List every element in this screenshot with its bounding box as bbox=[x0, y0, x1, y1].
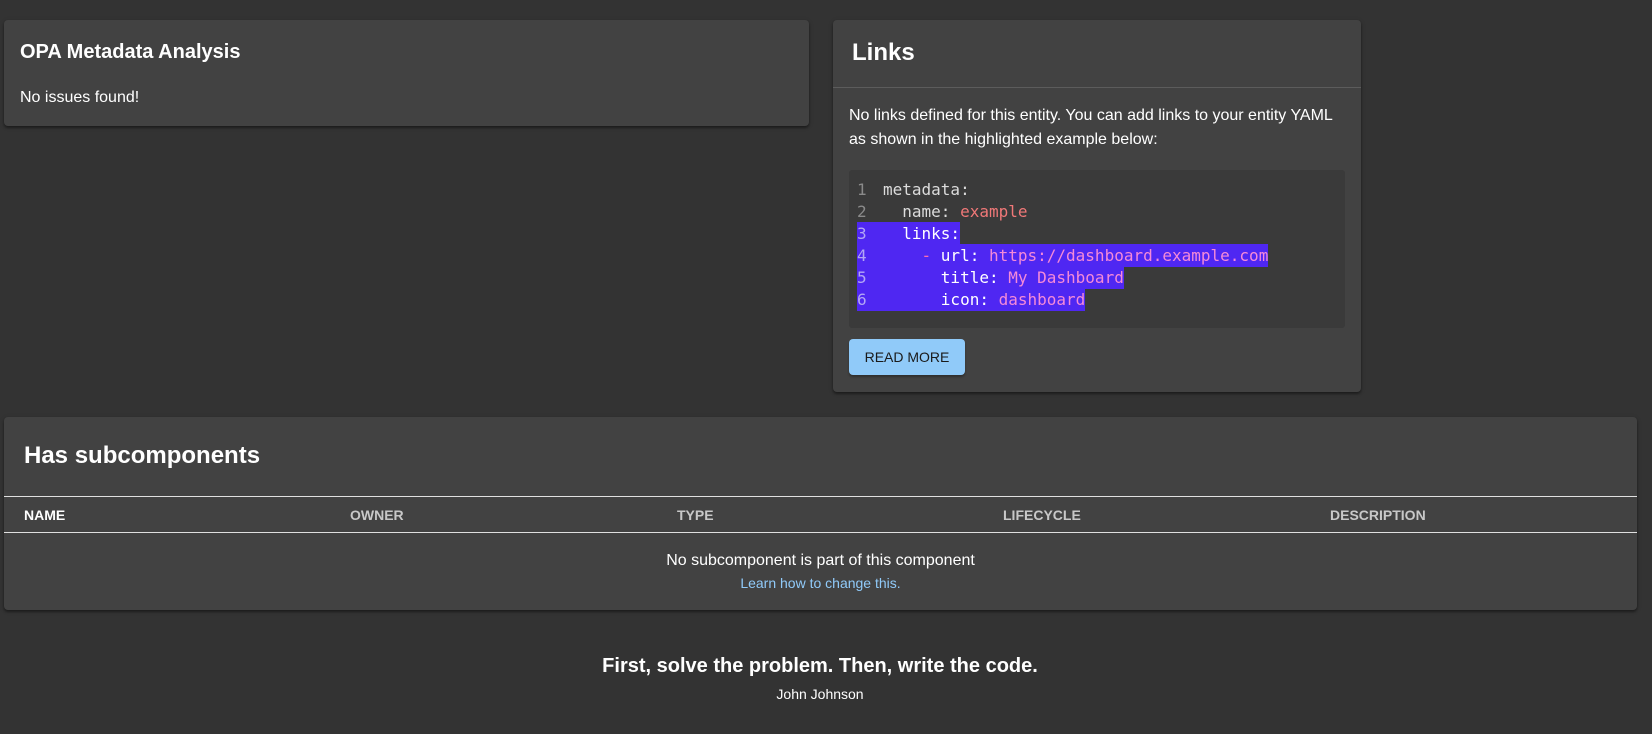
read-more-button[interactable]: READ MORE bbox=[849, 339, 965, 375]
quote-author: John Johnson bbox=[776, 686, 864, 702]
line-number: 2 bbox=[857, 202, 867, 221]
links-description: No links defined for this entity. You ca… bbox=[849, 107, 1333, 148]
code-key: links: bbox=[902, 224, 961, 243]
opa-metadata-card: OPA Metadata Analysis No issues found! bbox=[4, 20, 809, 126]
code-line-highlighted: 4 - url: https://dashboard.example.com bbox=[857, 244, 1269, 267]
column-header-description[interactable]: DESCRIPTION bbox=[1330, 507, 1426, 523]
code-line-highlighted: 5 title: My Dashboard bbox=[857, 266, 1124, 289]
code-value: example bbox=[960, 202, 1028, 221]
quote-text: First, solve the problem. Then, write th… bbox=[602, 655, 1038, 677]
code-value: My Dashboard bbox=[1008, 268, 1124, 287]
opa-card-title: OPA Metadata Analysis bbox=[20, 41, 241, 63]
code-dash: - bbox=[921, 246, 941, 265]
opa-status-message: No issues found! bbox=[20, 89, 140, 106]
yaml-code-block: 1 metadata: 2 name: example 3 links: 4 - … bbox=[849, 170, 1345, 328]
links-card: Links No links defined for this entity. … bbox=[833, 20, 1361, 392]
column-header-owner[interactable]: OWNER bbox=[350, 507, 404, 523]
code-line: 2 name: example bbox=[857, 200, 1028, 223]
line-number: 5 bbox=[857, 268, 867, 287]
code-key: metadata: bbox=[883, 180, 970, 199]
learn-more-link[interactable]: Learn how to change this. bbox=[4, 575, 1637, 591]
column-header-type[interactable]: TYPE bbox=[677, 507, 714, 523]
code-line-highlighted: 3 links: bbox=[857, 222, 961, 245]
links-card-title: Links bbox=[852, 39, 915, 66]
code-key: icon: bbox=[940, 290, 999, 309]
subcomponents-title: Has subcomponents bbox=[24, 442, 261, 469]
subcomponents-card: Has subcomponents NAME OWNER TYPE LIFECY… bbox=[4, 417, 1637, 610]
empty-state-message: No subcomponent is part of this componen… bbox=[666, 552, 975, 569]
line-number: 3 bbox=[857, 224, 867, 243]
line-number: 1 bbox=[857, 180, 867, 199]
code-line: 1 metadata: bbox=[857, 178, 970, 201]
column-header-lifecycle[interactable]: LIFECYCLE bbox=[1003, 507, 1081, 523]
code-key: url: bbox=[940, 246, 989, 265]
column-header-name[interactable]: NAME bbox=[24, 507, 65, 523]
code-key: title: bbox=[940, 268, 1009, 287]
code-key: name: bbox=[902, 202, 961, 221]
code-line-highlighted: 6 icon: dashboard bbox=[857, 288, 1086, 311]
code-value: https://dashboard.example.com bbox=[988, 246, 1269, 265]
line-number: 6 bbox=[857, 290, 867, 309]
code-value: dashboard bbox=[998, 290, 1086, 309]
links-card-divider bbox=[833, 87, 1361, 88]
table-header: NAME OWNER TYPE LIFECYCLE DESCRIPTION bbox=[4, 496, 1637, 533]
line-number: 4 bbox=[857, 246, 867, 265]
